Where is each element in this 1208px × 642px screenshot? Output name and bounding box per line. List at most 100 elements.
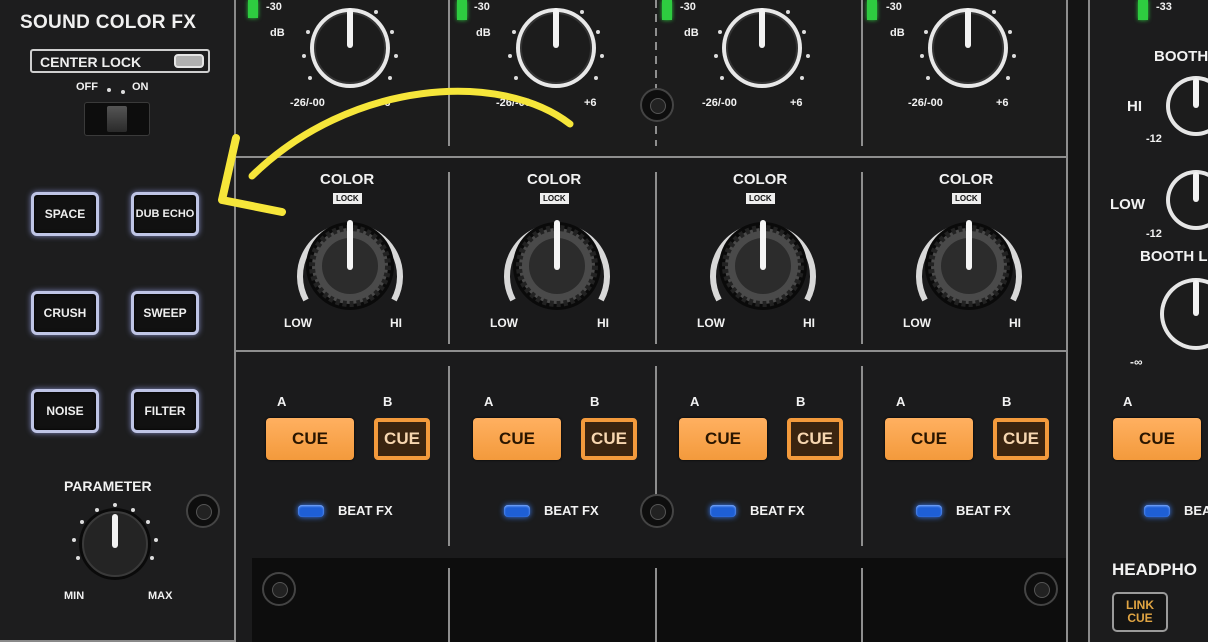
center-lock-toggle[interactable] bbox=[84, 102, 150, 136]
toggle-on-label: ON bbox=[132, 81, 149, 93]
fx-crush-button[interactable]: CRUSH bbox=[31, 291, 99, 335]
toggle-knob[interactable] bbox=[107, 106, 127, 132]
color-label-3: COLOR bbox=[733, 171, 788, 188]
db-label: dB bbox=[890, 27, 905, 39]
booth-low-knob[interactable] bbox=[1156, 166, 1208, 236]
cue-b-button-ch4[interactable]: CUE bbox=[993, 418, 1049, 460]
db-label: dB bbox=[270, 27, 285, 39]
screw-icon bbox=[1024, 572, 1058, 606]
divider bbox=[861, 0, 863, 146]
beat-fx-led-icon bbox=[1144, 505, 1170, 517]
booth-hi-knob[interactable] bbox=[1156, 72, 1208, 142]
cue-b-label: B bbox=[1002, 394, 1012, 409]
sound-color-fx-title: SOUND COLOR FX bbox=[20, 12, 197, 33]
cue-b-button-ch3[interactable]: CUE bbox=[787, 418, 843, 460]
master-meter-label: -33 bbox=[1156, 1, 1172, 13]
booth-label: BOOTH bbox=[1154, 48, 1208, 65]
parameter-knob[interactable] bbox=[60, 496, 170, 596]
divider bbox=[448, 568, 450, 642]
divider bbox=[1066, 0, 1068, 642]
cue-a-label: A bbox=[690, 394, 700, 409]
lock-tag: LOCK bbox=[746, 193, 775, 204]
beat-fx-led-icon bbox=[710, 505, 736, 517]
trim-min-label: -26/-00 bbox=[702, 97, 737, 109]
db-label: dB bbox=[476, 27, 491, 39]
param-min-label: MIN bbox=[64, 590, 85, 602]
booth-low-label: LOW bbox=[1110, 196, 1145, 213]
fx-filter-button[interactable]: FILTER bbox=[131, 389, 199, 433]
master-cue-a-button[interactable]: CUE bbox=[1113, 418, 1201, 460]
color-low-label: LOW bbox=[490, 316, 518, 330]
screw-icon bbox=[186, 494, 220, 528]
trim-knob-3[interactable] bbox=[710, 0, 814, 96]
cue-b-button-ch2[interactable]: CUE bbox=[581, 418, 637, 460]
cue-a-button-ch1[interactable]: CUE bbox=[266, 418, 354, 460]
db-label: dB bbox=[684, 27, 699, 39]
beat-fx-led-icon bbox=[504, 505, 530, 517]
trim-max-label: +6 bbox=[996, 97, 1009, 109]
parameter-label: PARAMETER bbox=[64, 478, 152, 494]
beat-fx-label: BEAT FX bbox=[750, 503, 805, 518]
dot-icon bbox=[121, 90, 125, 94]
cue-a-label: A bbox=[1123, 394, 1133, 409]
color-knob-3[interactable] bbox=[701, 208, 825, 318]
booth-level-knob[interactable] bbox=[1150, 272, 1208, 354]
booth-hi-label: HI bbox=[1127, 98, 1142, 115]
divider bbox=[861, 568, 863, 642]
beat-fx-led-icon bbox=[298, 505, 324, 517]
cue-a-button-ch3[interactable]: CUE bbox=[679, 418, 767, 460]
beat-fx-led-icon bbox=[916, 505, 942, 517]
toggle-off-label: OFF bbox=[76, 81, 98, 93]
link-cue-label: LINK CUE bbox=[1126, 598, 1154, 625]
cue-b-label: B bbox=[383, 394, 393, 409]
beat-fx-label: BEAT FX bbox=[544, 503, 599, 518]
divider bbox=[655, 366, 657, 496]
level-meter bbox=[1138, 0, 1148, 20]
divider bbox=[861, 366, 863, 546]
color-hi-label: HI bbox=[597, 316, 609, 330]
trim-max-label: +6 bbox=[790, 97, 803, 109]
color-knob-4[interactable] bbox=[907, 208, 1031, 318]
trim-meter-label: -30 bbox=[886, 1, 902, 13]
color-low-label: LOW bbox=[284, 316, 312, 330]
trim-min-label: -26/-00 bbox=[908, 97, 943, 109]
link-cue-button[interactable]: LINK CUE bbox=[1112, 592, 1168, 632]
cue-b-button-ch1[interactable]: CUE bbox=[374, 418, 430, 460]
trim-meter-label: -30 bbox=[266, 1, 282, 13]
cue-b-label: B bbox=[796, 394, 806, 409]
screw-icon bbox=[640, 494, 674, 528]
booth-level-label: BOOTH L bbox=[1140, 248, 1208, 265]
center-lock-indicator: CENTER LOCK bbox=[30, 49, 210, 73]
divider bbox=[655, 568, 657, 642]
dot-icon bbox=[107, 88, 111, 92]
fx-space-button[interactable]: SPACE bbox=[31, 192, 99, 236]
center-lock-label: CENTER LOCK bbox=[40, 54, 142, 70]
cue-a-button-ch2[interactable]: CUE bbox=[473, 418, 561, 460]
fx-dub-echo-button[interactable]: DUB ECHO bbox=[131, 192, 199, 236]
trim-knob-4[interactable] bbox=[916, 0, 1020, 96]
fx-sweep-button[interactable]: SWEEP bbox=[131, 291, 199, 335]
color-hi-label: HI bbox=[1009, 316, 1021, 330]
color-hi-label: HI bbox=[803, 316, 815, 330]
param-max-label: MAX bbox=[148, 590, 173, 602]
divider bbox=[655, 0, 657, 146]
divider bbox=[448, 366, 450, 546]
color-hi-label: HI bbox=[390, 316, 402, 330]
cue-b-label: B bbox=[590, 394, 600, 409]
trim-meter-label: -30 bbox=[680, 1, 696, 13]
yellow-curved-arrow-icon bbox=[218, 87, 574, 216]
cue-a-button-ch4[interactable]: CUE bbox=[885, 418, 973, 460]
divider bbox=[861, 172, 863, 344]
divider bbox=[236, 350, 1068, 352]
headphones-label: HEADPHO bbox=[1112, 560, 1198, 579]
color-low-label: LOW bbox=[697, 316, 725, 330]
lock-tag: LOCK bbox=[952, 193, 981, 204]
trim-meter-label: -30 bbox=[474, 1, 490, 13]
fx-noise-button[interactable]: NOISE bbox=[31, 389, 99, 433]
beat-fx-label: BEAT FX bbox=[956, 503, 1011, 518]
minus-inf-label: -∞ bbox=[1130, 355, 1143, 369]
divider bbox=[655, 172, 657, 344]
color-low-label: LOW bbox=[903, 316, 931, 330]
level-meter bbox=[662, 0, 672, 20]
level-meter bbox=[457, 0, 467, 20]
